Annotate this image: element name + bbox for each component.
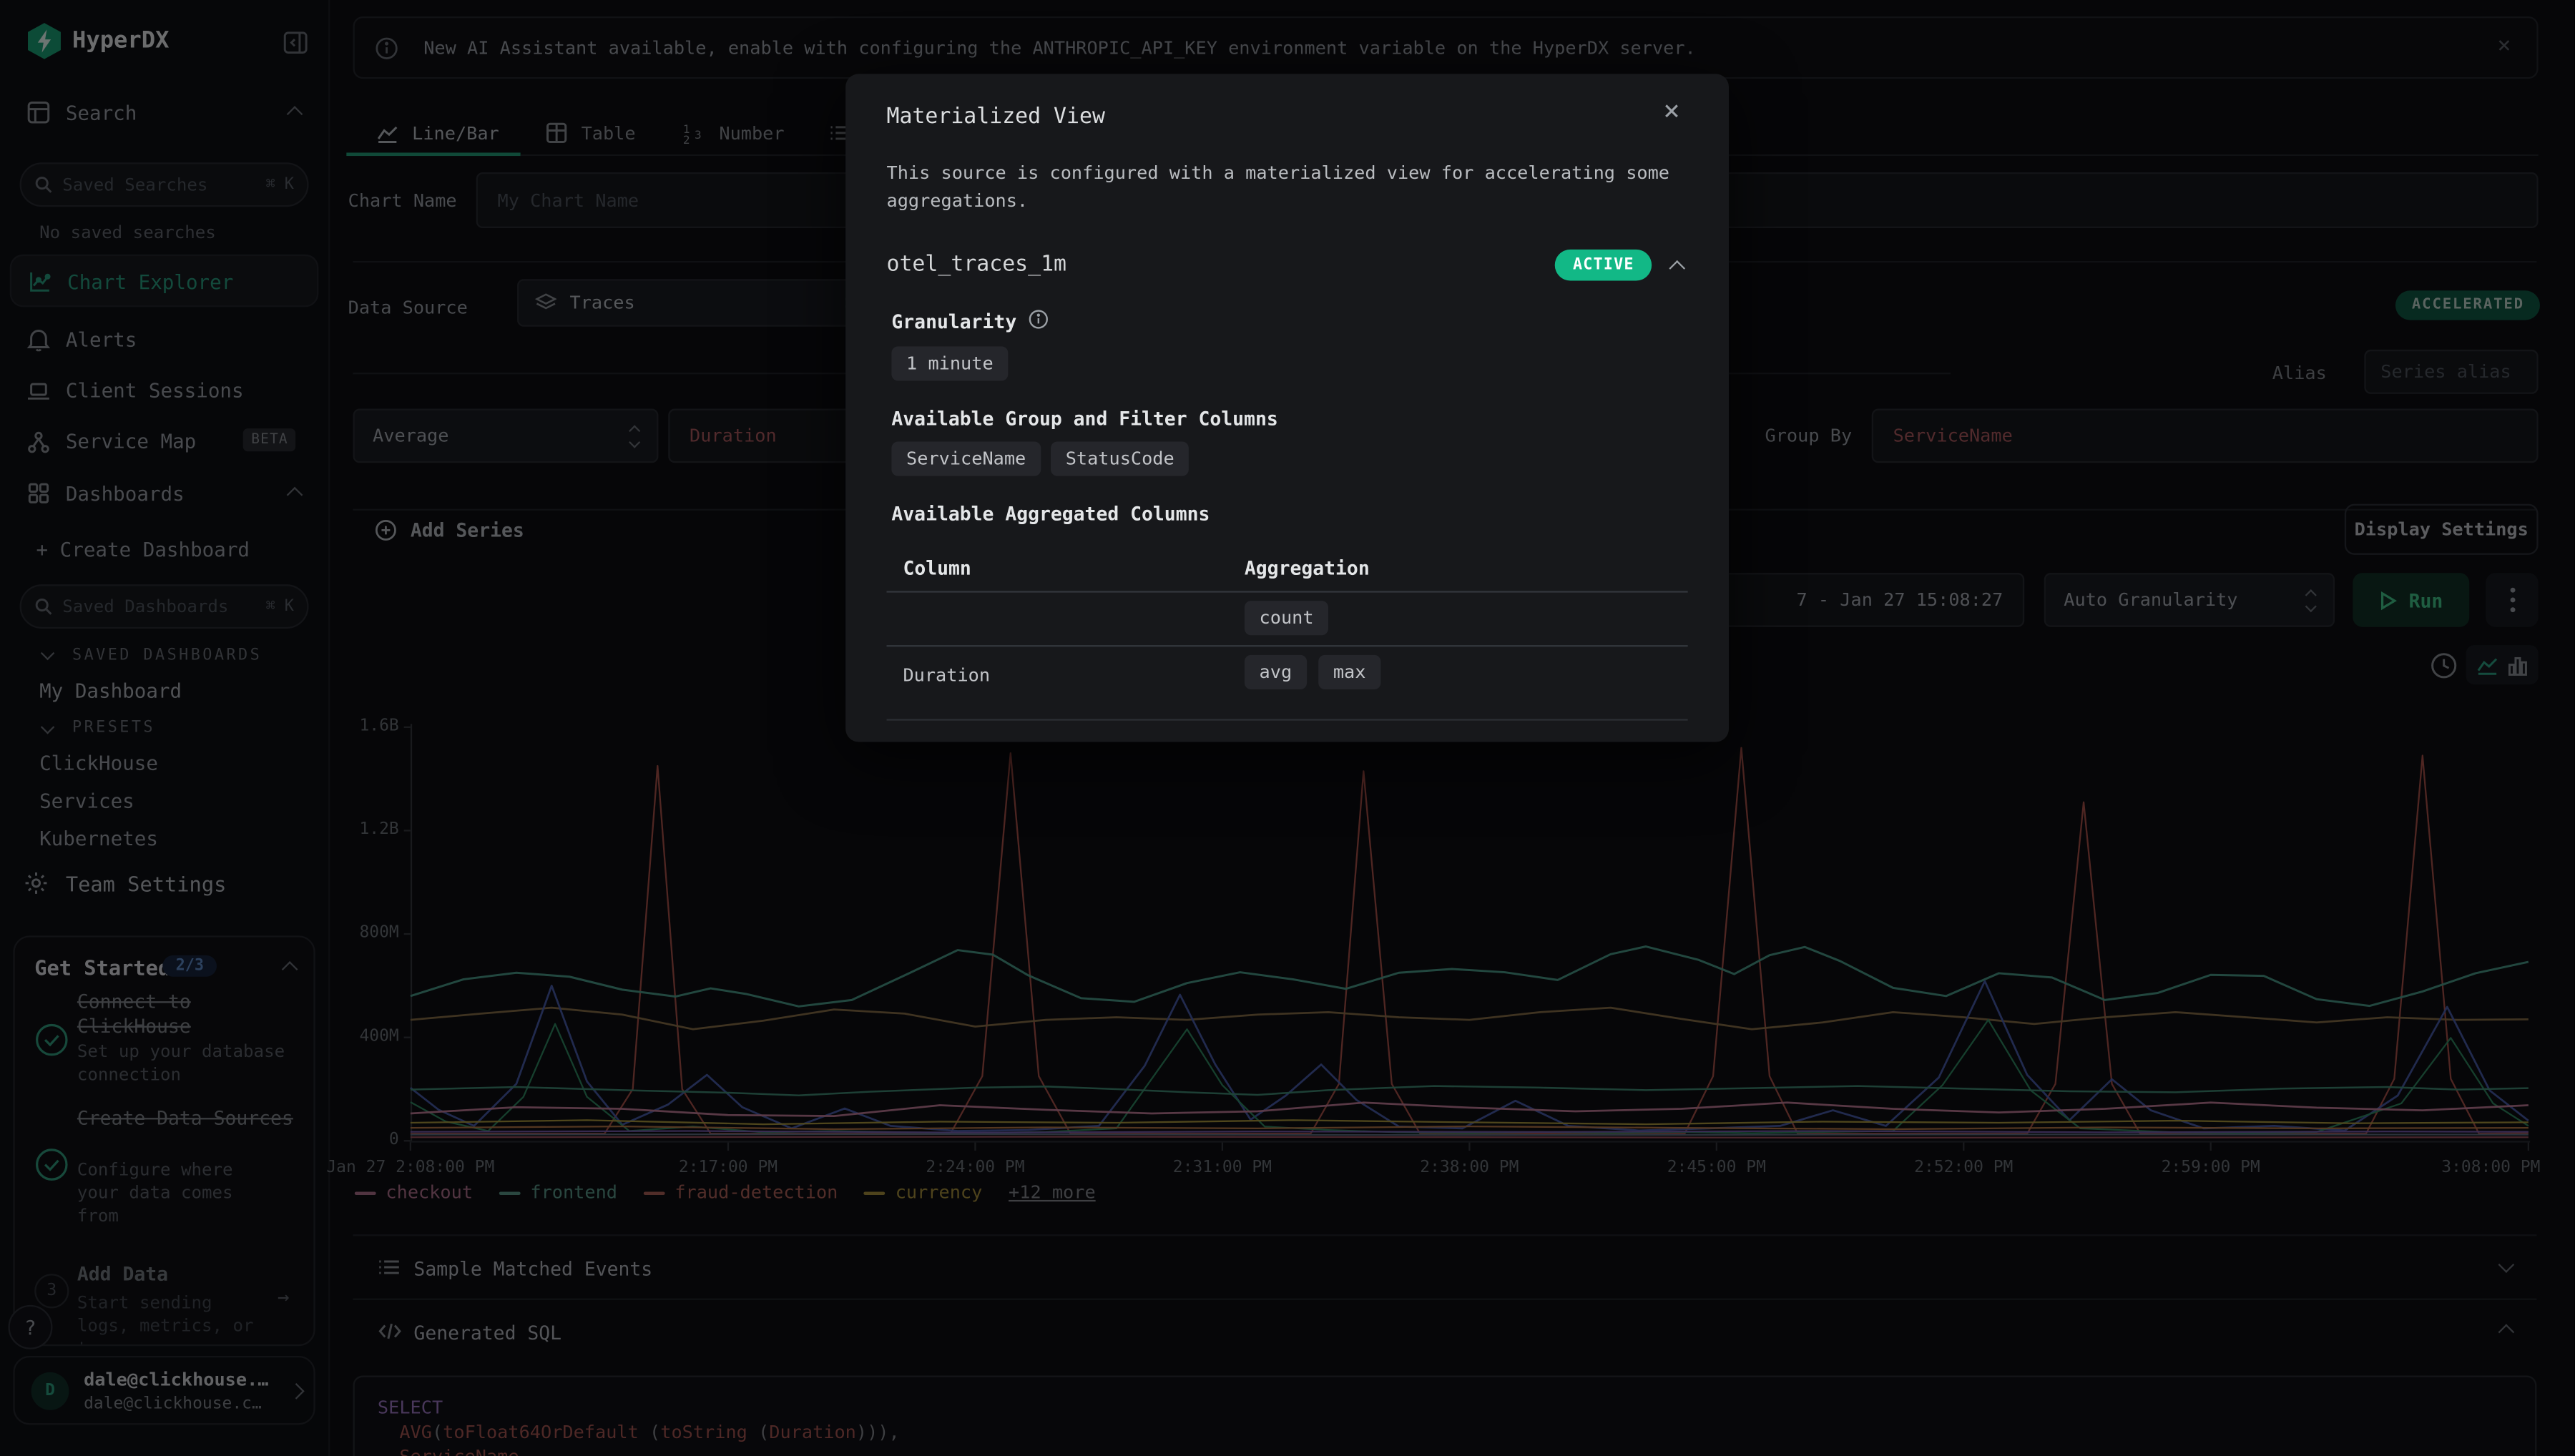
granularity-label: Granularity [891, 310, 1016, 333]
aggregated-label: Available Aggregated Columns [891, 502, 1210, 525]
view-collapse-chevron-icon[interactable] [1669, 260, 1685, 277]
group-filter-label: Available Group and Filter Columns [891, 407, 1277, 430]
table-divider [887, 645, 1688, 646]
table-header-aggregation: Aggregation [1245, 556, 1370, 579]
modal-close-icon[interactable]: × [1663, 95, 1680, 128]
active-status-badge: ACTIVE [1555, 250, 1652, 281]
materialized-view-modal: Materialized View × This source is confi… [845, 74, 1729, 742]
table-divider [887, 719, 1688, 720]
group-filter-chip: ServiceName [891, 441, 1041, 476]
view-name: otel_traces_1m [887, 252, 1067, 277]
group-filter-chip: StatusCode [1051, 441, 1189, 476]
granularity-chip: 1 minute [891, 346, 1008, 380]
aggregation-chip: avg [1245, 655, 1307, 689]
aggregation-chip: max [1318, 655, 1380, 689]
hyperdx-app: HyperDX Search Saved Searches ⌘ K No sav… [0, 0, 2574, 1456]
aggregation-chip: count [1245, 601, 1328, 635]
table-row-column: Duration [903, 665, 990, 687]
table-divider [887, 591, 1688, 592]
table-header-column: Column [903, 556, 971, 579]
modal-title: Materialized View [887, 105, 1105, 129]
modal-description: This source is configured with a materia… [887, 159, 1694, 215]
info-icon [1028, 309, 1049, 330]
